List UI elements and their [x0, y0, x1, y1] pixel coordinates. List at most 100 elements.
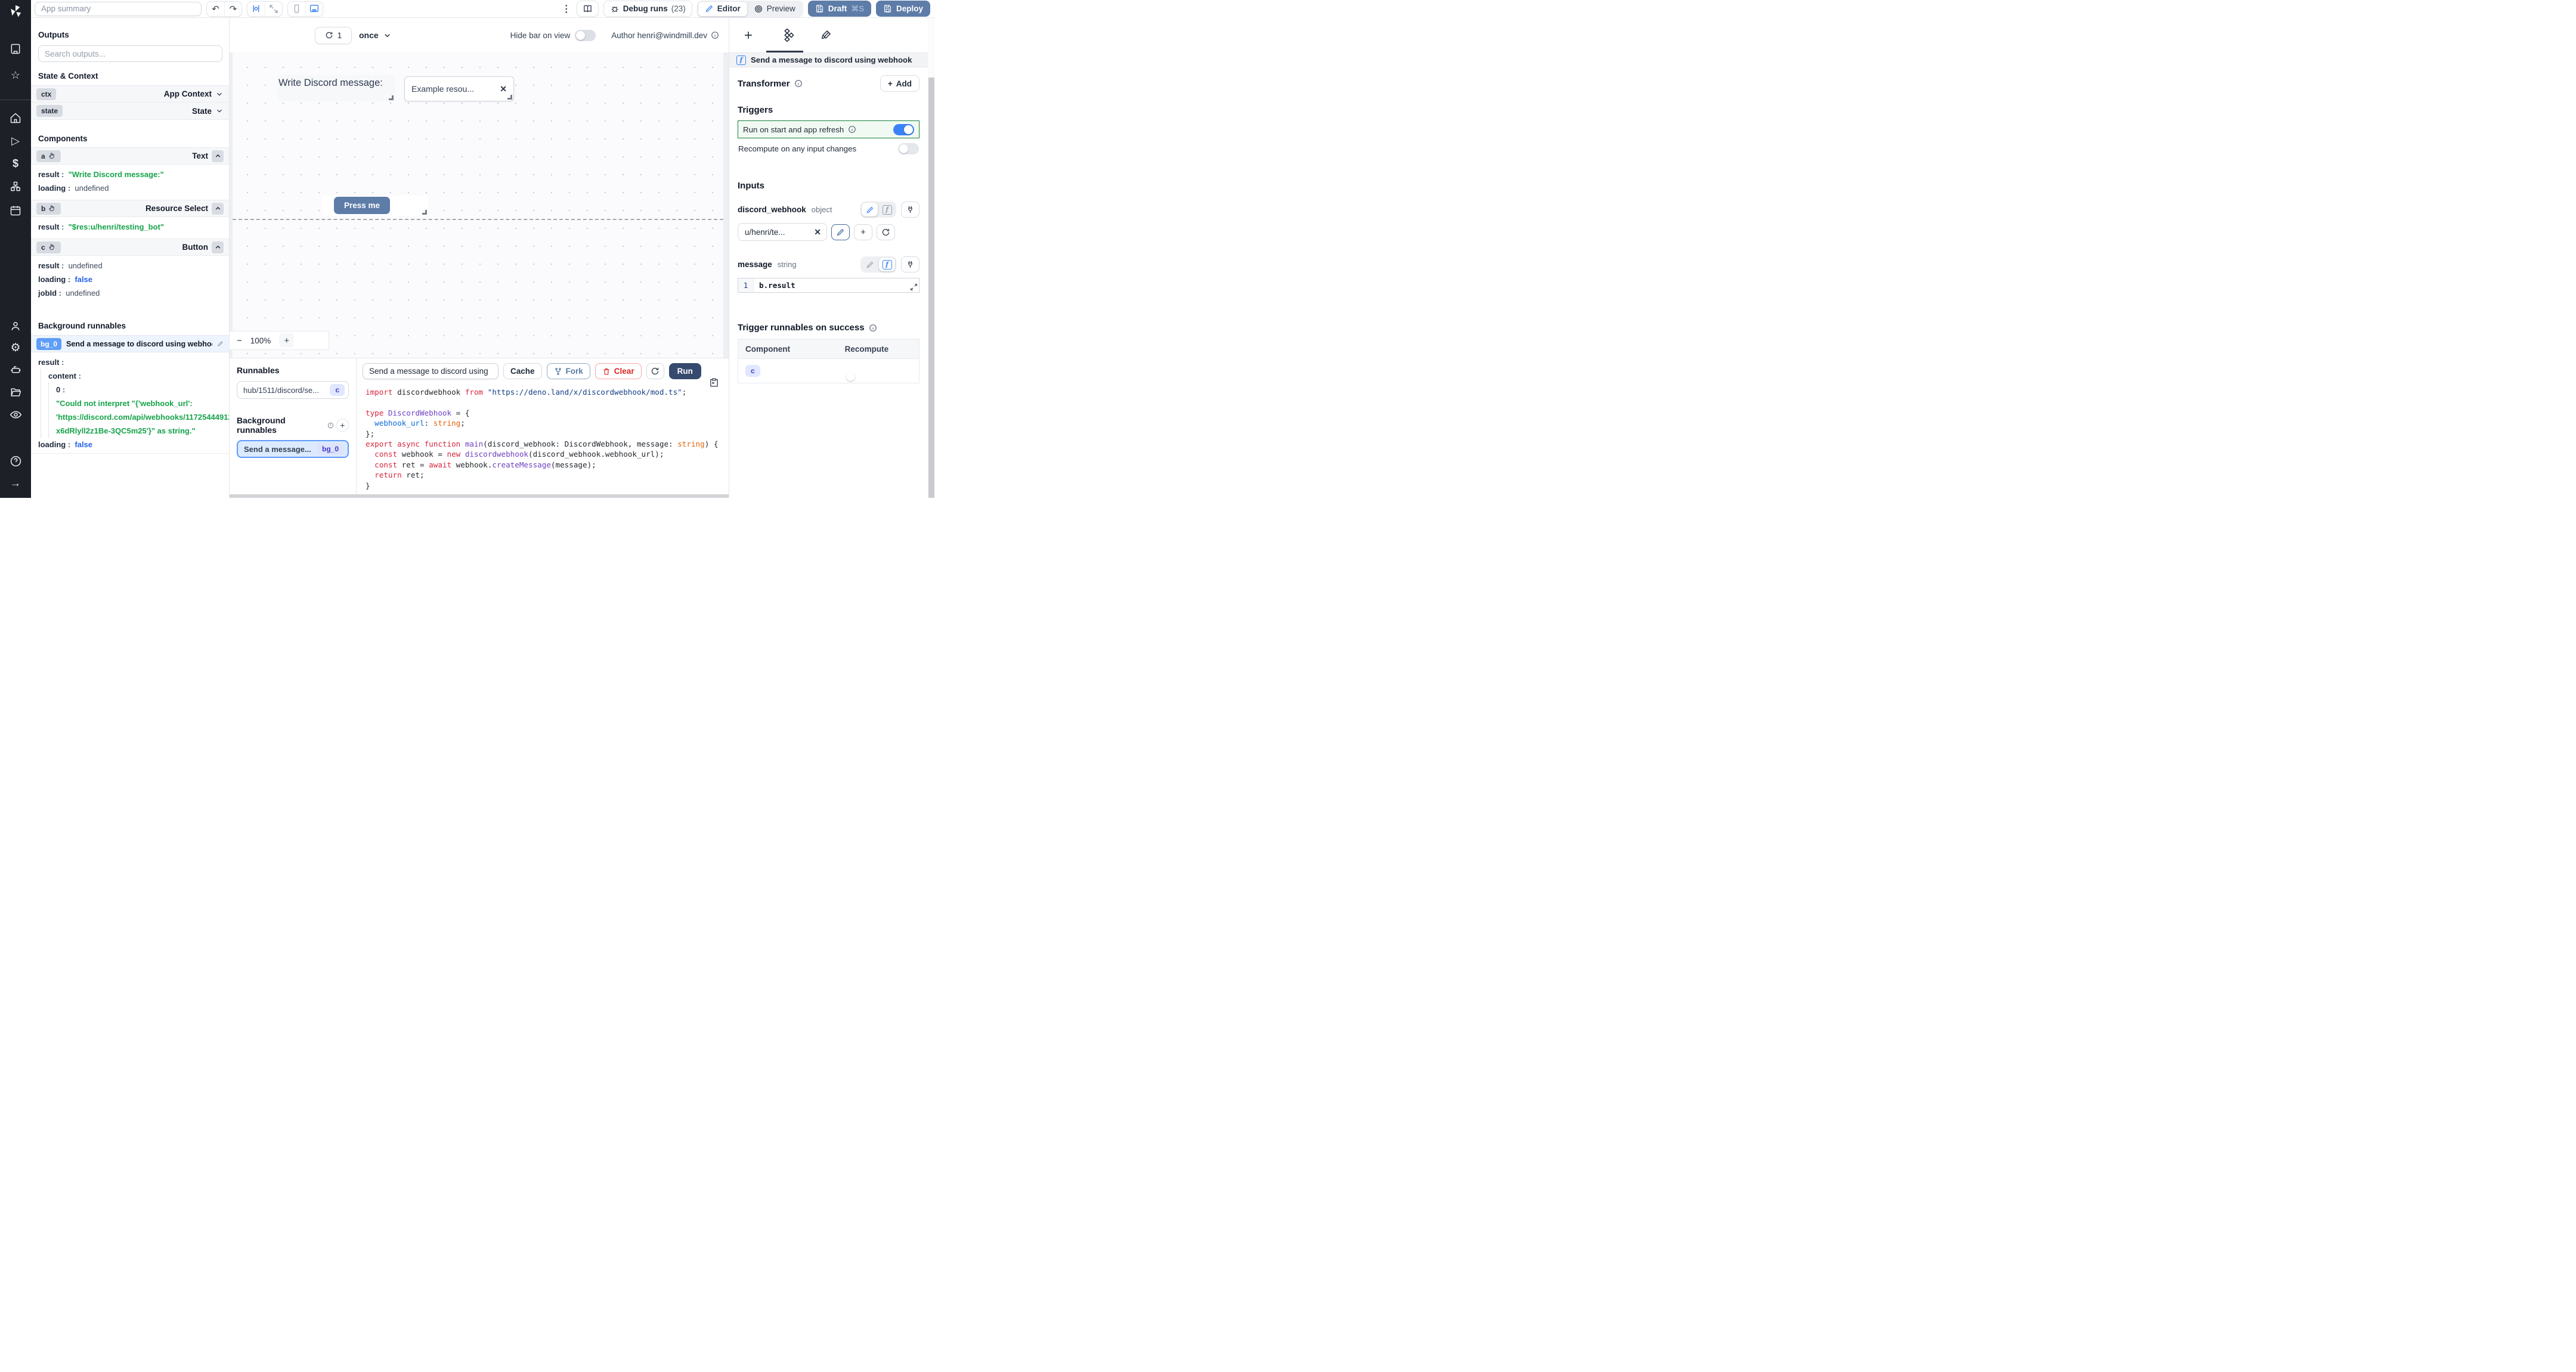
edit-resource-button[interactable]: [831, 224, 850, 240]
artboard[interactable]: Write Discord message: Example resou... …: [233, 52, 723, 358]
workers-robot-icon[interactable]: [0, 362, 31, 376]
run-button[interactable]: Run: [668, 363, 701, 379]
clear-button[interactable]: Clear: [595, 363, 642, 379]
horizontal-scrollbar[interactable]: [230, 494, 729, 498]
clear-resource-icon[interactable]: ✕: [814, 227, 821, 237]
expand-editor-button[interactable]: [909, 283, 918, 292]
desktop-icon: [309, 4, 320, 14]
copy-code-button[interactable]: [709, 377, 719, 391]
runnable-name-input[interactable]: [363, 363, 499, 379]
run-on-start-toggle[interactable]: [893, 123, 914, 135]
info-icon[interactable]: [869, 324, 877, 332]
windmill-logo[interactable]: [0, 4, 31, 18]
audit-eye-icon[interactable]: [0, 407, 31, 422]
component-b-row[interactable]: b Resource Select: [31, 200, 229, 217]
scrollbar-thumb[interactable]: [928, 78, 934, 498]
cache-button[interactable]: Cache: [503, 363, 542, 379]
text-component[interactable]: Write Discord message:: [278, 75, 395, 101]
button-component-cell[interactable]: Press me: [322, 196, 428, 216]
app-summary-input[interactable]: [35, 1, 202, 16]
refresh-count-button[interactable]: 1: [315, 26, 352, 44]
chevron-down-icon[interactable]: [215, 90, 224, 98]
info-icon[interactable]: [794, 79, 803, 88]
zoom-out-button[interactable]: −: [237, 336, 242, 346]
message-expression-editor[interactable]: 1 b.result: [738, 278, 919, 293]
styling-tab-brush-icon[interactable]: [820, 29, 832, 41]
component-settings-tab-icon[interactable]: [781, 29, 794, 42]
schedules-icon[interactable]: [0, 203, 31, 218]
tab-preview[interactable]: Preview: [747, 2, 802, 16]
resize-handle[interactable]: [389, 95, 394, 100]
component-a-row[interactable]: a Text: [31, 147, 229, 165]
zoom-in-button[interactable]: +: [279, 333, 295, 348]
collapse-a-button[interactable]: [212, 150, 224, 162]
vertical-scrollbar[interactable]: [928, 18, 935, 498]
connect-plug-button[interactable]: [901, 256, 919, 272]
search-outputs-input[interactable]: [38, 45, 222, 62]
resources-icon[interactable]: [0, 179, 31, 194]
deploy-button[interactable]: Deploy: [875, 1, 930, 17]
favorites-icon[interactable]: ☆: [0, 68, 31, 82]
eval-mode-button[interactable]: f: [879, 258, 895, 271]
hide-bar-toggle[interactable]: [575, 29, 596, 41]
recompute-toggle[interactable]: [898, 143, 919, 154]
info-icon[interactable]: [711, 31, 719, 39]
tab-editor[interactable]: Editor: [698, 1, 747, 16]
pencil-icon: [705, 4, 714, 13]
eval-mode-button[interactable]: f: [879, 203, 895, 216]
device-group: [287, 1, 323, 17]
collapse-b-button[interactable]: [212, 202, 224, 215]
draft-button[interactable]: Draft ⌘S: [807, 1, 871, 17]
runnable-item-bg0-selected[interactable]: Send a message... bg_0: [237, 440, 349, 458]
fork-button[interactable]: Fork: [546, 363, 590, 379]
insert-tab-plus-icon[interactable]: [742, 29, 754, 41]
clear-select-icon[interactable]: ✕: [500, 84, 507, 94]
resize-handle[interactable]: [507, 95, 512, 100]
refresh-resource-button[interactable]: [877, 224, 895, 240]
workspace-icon[interactable]: [0, 42, 31, 56]
runnable-item-c[interactable]: hub/1511/discord/se... c: [237, 381, 349, 399]
redo-button[interactable]: ↷: [224, 1, 242, 16]
frequency-dropdown[interactable]: once: [359, 30, 392, 40]
ctx-row[interactable]: ctx App Context: [31, 85, 229, 103]
undo-icon: ↶: [212, 4, 219, 14]
variables-icon[interactable]: $: [0, 156, 31, 171]
component-c-badge: c: [36, 241, 61, 253]
collapse-c-button[interactable]: [212, 241, 224, 253]
code-content[interactable]: import discordwebhook from "https://deno…: [357, 383, 728, 494]
bg0-row[interactable]: bg_0 Send a message to discord using web…: [31, 335, 229, 352]
undo-button[interactable]: ↶: [207, 2, 224, 16]
help-icon[interactable]: [0, 454, 31, 468]
center-align-button[interactable]: [247, 2, 265, 16]
canvas-column: 1 once Hide bar on view Author henri@win…: [230, 18, 729, 498]
reload-button[interactable]: [646, 363, 664, 379]
collapse-rail-icon[interactable]: →: [0, 476, 31, 490]
info-icon[interactable]: [848, 125, 856, 134]
debug-runs-button[interactable]: Debug runs (23): [603, 1, 692, 17]
edit-pencil-icon[interactable]: [217, 340, 224, 347]
home-icon[interactable]: [0, 111, 31, 125]
folders-icon[interactable]: [0, 385, 31, 399]
static-mode-button[interactable]: [862, 203, 878, 216]
chevron-down-icon[interactable]: [215, 107, 224, 115]
function-icon: f: [882, 205, 892, 215]
desktop-view-button[interactable]: [305, 1, 323, 16]
add-background-runnable-button[interactable]: +: [336, 419, 349, 432]
resource-select[interactable]: u/henri/te... ✕: [738, 223, 827, 241]
resize-handle[interactable]: [422, 210, 427, 215]
create-resource-button[interactable]: +: [854, 224, 872, 240]
connect-plug-button[interactable]: [901, 202, 919, 218]
mobile-view-button[interactable]: [288, 2, 305, 16]
component-c-row[interactable]: c Button: [31, 239, 229, 256]
static-mode-button[interactable]: [862, 258, 878, 271]
more-menu-button[interactable]: ⋮: [561, 3, 572, 15]
press-me-button[interactable]: Press me: [334, 197, 391, 214]
state-row[interactable]: state State: [31, 103, 229, 120]
docs-button[interactable]: [576, 1, 599, 17]
resource-select-component[interactable]: Example resou... ✕: [404, 76, 514, 101]
expand-button[interactable]: [265, 1, 282, 16]
settings-gear-icon[interactable]: ⚙: [0, 340, 31, 355]
users-icon[interactable]: [0, 319, 31, 333]
runs-icon[interactable]: ▷: [0, 134, 31, 148]
add-transformer-button[interactable]: + Add: [880, 75, 919, 92]
